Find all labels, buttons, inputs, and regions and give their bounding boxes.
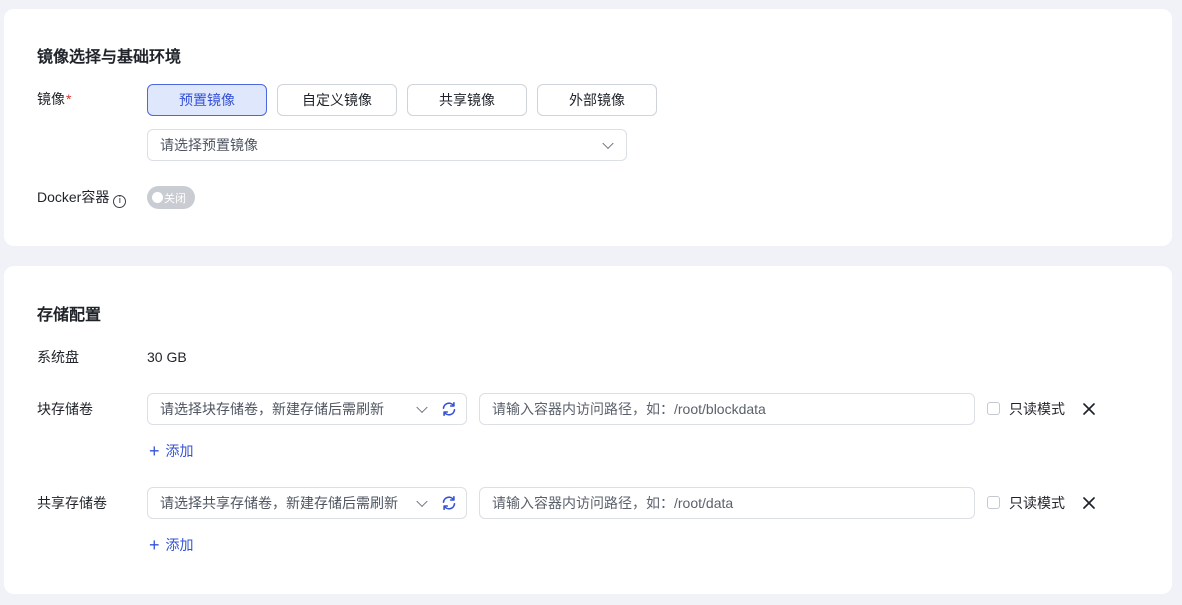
toggle-text: 关闭 bbox=[164, 192, 186, 205]
shared-storage-select[interactable]: 请选择共享存储卷，新建存储后需刷新 bbox=[147, 487, 467, 519]
shared-storage-label: 共享存储卷 bbox=[37, 495, 107, 511]
refresh-icon[interactable] bbox=[441, 401, 457, 417]
storage-config-card: 存储配置 系统盘 30 GB 块存储卷 请选择块存储卷，新建存储后需刷新 只读模… bbox=[4, 266, 1172, 594]
shared-storage-add-button[interactable]: + 添加 bbox=[149, 535, 194, 555]
block-storage-path-input[interactable] bbox=[479, 393, 975, 425]
docker-toggle[interactable]: 关闭 bbox=[147, 186, 195, 209]
preset-image-select[interactable]: 请选择预置镜像 bbox=[147, 129, 627, 161]
block-readonly-checkbox[interactable] bbox=[987, 402, 1000, 415]
block-add-label: 添加 bbox=[165, 443, 194, 459]
tab-custom-image[interactable]: 自定义镜像 bbox=[277, 84, 397, 116]
image-label: 镜像* bbox=[37, 89, 71, 109]
block-readonly-label[interactable]: 只读模式 bbox=[1009, 399, 1065, 419]
shared-storage-select-placeholder: 请选择共享存储卷，新建存储后需刷新 bbox=[160, 495, 398, 511]
shared-storage-path-input[interactable] bbox=[479, 487, 975, 519]
chevron-down-icon bbox=[602, 137, 614, 150]
plus-icon: + bbox=[149, 441, 160, 461]
image-label-text: 镜像 bbox=[37, 91, 65, 107]
block-storage-label: 块存储卷 bbox=[37, 401, 93, 417]
tab-shared-image[interactable]: 共享镜像 bbox=[407, 84, 527, 116]
toggle-knob bbox=[152, 192, 163, 203]
preset-image-select-placeholder: 请选择预置镜像 bbox=[160, 137, 258, 153]
close-icon[interactable] bbox=[1082, 402, 1096, 416]
docker-label-text: Docker容器 bbox=[37, 189, 110, 205]
info-icon[interactable]: i bbox=[113, 195, 127, 208]
tab-external-image[interactable]: 外部镜像 bbox=[537, 84, 657, 116]
system-disk-value: 30 GB bbox=[147, 349, 187, 365]
chevron-down-icon bbox=[416, 401, 428, 414]
docker-label: Docker容器 i bbox=[37, 187, 127, 208]
plus-icon: + bbox=[149, 535, 160, 555]
tab-preset-image[interactable]: 预置镜像 bbox=[147, 84, 267, 116]
section-title-storage: 存储配置 bbox=[37, 307, 102, 324]
section-title-image: 镜像选择与基础环境 bbox=[37, 49, 182, 66]
image-config-card: 镜像选择与基础环境 镜像* 预置镜像 自定义镜像 共享镜像 外部镜像 请选择预置… bbox=[4, 9, 1172, 246]
shared-readonly-checkbox[interactable] bbox=[987, 496, 1000, 509]
shared-add-label: 添加 bbox=[165, 537, 194, 553]
block-storage-select-placeholder: 请选择块存储卷，新建存储后需刷新 bbox=[160, 401, 384, 417]
block-storage-select[interactable]: 请选择块存储卷，新建存储后需刷新 bbox=[147, 393, 467, 425]
required-mark: * bbox=[66, 91, 72, 107]
chevron-down-icon bbox=[416, 495, 428, 508]
system-disk-label: 系统盘 bbox=[37, 349, 79, 365]
refresh-icon[interactable] bbox=[441, 495, 457, 511]
block-storage-add-button[interactable]: + 添加 bbox=[149, 441, 194, 461]
close-icon[interactable] bbox=[1082, 496, 1096, 510]
shared-readonly-label[interactable]: 只读模式 bbox=[1009, 493, 1065, 513]
